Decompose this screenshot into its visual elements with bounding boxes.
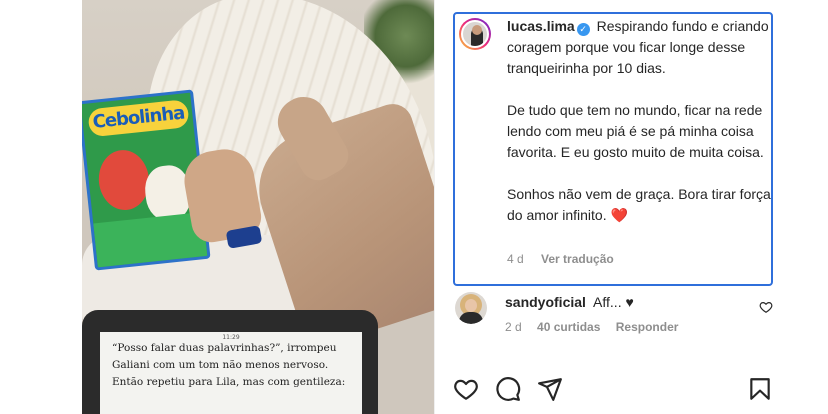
post-actions-bar xyxy=(453,374,773,404)
caption-paragraph: De tudo que tem no mundo, ficar na rede … xyxy=(507,102,764,160)
post-age: 4 d xyxy=(507,252,524,266)
comment-item: sandyoficial Aff... ♥ 2 d 40 curtidas Re… xyxy=(453,290,773,340)
bookmark-icon[interactable] xyxy=(747,376,773,402)
ereader-line: Galiani com um tom não menos nervoso. xyxy=(112,359,329,371)
caption-text: lucas.lima ✓ Respirando fundo e criando c… xyxy=(507,16,775,226)
author-username[interactable]: lucas.lima xyxy=(507,18,575,34)
like-comment-icon[interactable] xyxy=(759,300,773,314)
share-icon[interactable] xyxy=(537,376,563,402)
verified-badge-icon: ✓ xyxy=(576,23,590,36)
comment-heart-emoji: ♥ xyxy=(625,294,634,310)
caption-paragraph: Sonhos não vem de graça. Bora tirar forç… xyxy=(507,186,771,223)
comment-icon[interactable] xyxy=(495,376,521,402)
comment-body: Aff... xyxy=(593,294,622,310)
see-translation-link[interactable]: Ver tradução xyxy=(541,252,614,266)
comment-likes[interactable]: 40 curtidas xyxy=(537,320,600,334)
reply-button[interactable]: Responder xyxy=(616,320,679,334)
post-photo[interactable]: Cebolinha 11:29 “Posso falar duas palavr… xyxy=(82,0,434,414)
commenter-username[interactable]: sandyoficial xyxy=(505,294,586,310)
ereader-line: “Posso falar duas palavrinhas?”, irrompe… xyxy=(112,342,337,354)
caption-highlight: lucas.lima ✓ Respirando fundo e criando c… xyxy=(453,12,773,286)
comment-text: sandyoficial Aff... ♥ xyxy=(505,294,634,310)
comment-meta: 2 d 40 curtidas Responder xyxy=(505,320,690,334)
ereader-device: 11:29 “Posso falar duas palavrinhas?”, i… xyxy=(82,310,378,414)
heart-icon[interactable] xyxy=(453,376,479,402)
heart-emoji-icon: ❤️ xyxy=(610,207,628,223)
post-side-panel: lucas.lima ✓ Respirando fundo e criando c… xyxy=(434,0,786,414)
author-avatar[interactable] xyxy=(459,18,491,50)
ereader-time: 11:29 xyxy=(222,334,240,341)
commenter-avatar[interactable] xyxy=(455,292,487,324)
comic-art xyxy=(95,147,152,213)
ereader-screen: 11:29 “Posso falar duas palavrinhas?”, i… xyxy=(100,332,362,414)
comment-age: 2 d xyxy=(505,320,522,334)
comic-title: Cebolinha xyxy=(87,99,190,138)
ereader-line: Então repetiu para Lila, mas com gentile… xyxy=(112,376,346,388)
caption-meta: 4 d Ver tradução xyxy=(507,252,628,266)
